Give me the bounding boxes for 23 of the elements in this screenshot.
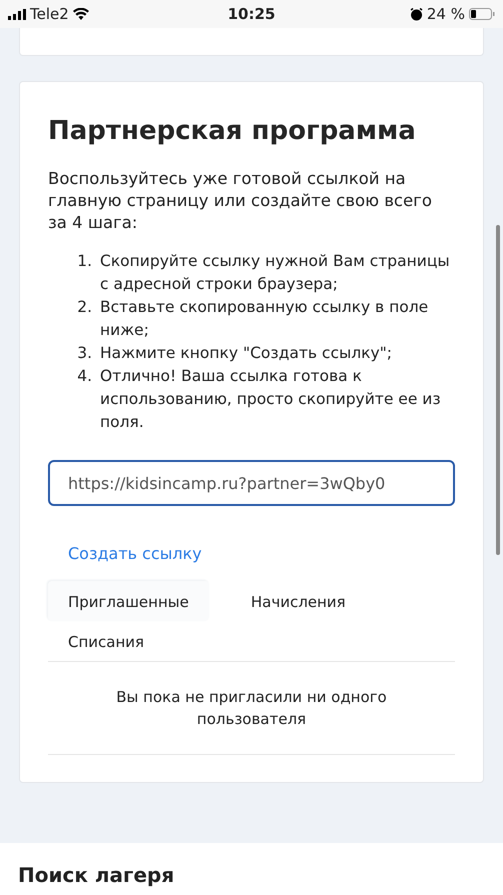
section-title: Поиск лагеря	[18, 863, 176, 887]
tab[interactable]: Списания	[48, 621, 164, 661]
step-text: Вставьте скопированную ссылку в поле ниже;	[100, 297, 430, 341]
card-title: Партнерская программа	[48, 116, 417, 146]
step-text: Скопируйте ссылку нужной Вам страницы с адресной строки браузера;	[100, 251, 451, 295]
alarm-icon	[410, 8, 423, 20]
step-text: Нажмите кнопку "Создать ссылку";	[100, 343, 392, 364]
battery-icon	[469, 8, 495, 20]
intro-text: Воспользуйтесь уже готовой ссылкой на главную страницу или создайте свою всего за 4 шага:	[48, 168, 433, 234]
wifi-icon	[72, 8, 89, 20]
tab[interactable]: Приглашенные	[48, 581, 209, 621]
carrier-name: Tele2	[30, 5, 69, 23]
step-number: 1.	[76, 251, 92, 272]
link-field[interactable]: https://kidsincamp.ru?partner=3wQby0	[48, 460, 455, 506]
battery-percent: 24 %	[426, 5, 465, 23]
clock-time: 10:25	[228, 5, 276, 23]
signal-icon	[8, 8, 26, 20]
tab[interactable]: Начисления	[230, 581, 366, 621]
empty-message: Вы пока не пригласили ни одного пользователя	[48, 662, 455, 755]
step-text: Отлично! Ваша ссылка готова к использованию, просто скопируйте ее из поля.	[100, 366, 442, 433]
step-number: 3.	[76, 343, 92, 364]
step-number: 4.	[76, 366, 92, 387]
step-number: 2.	[76, 297, 92, 318]
